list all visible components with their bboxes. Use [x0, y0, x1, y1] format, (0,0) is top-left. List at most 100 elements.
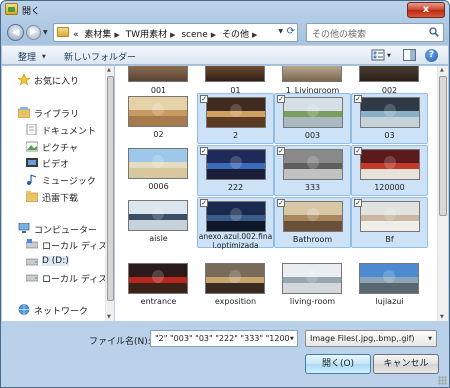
back-button[interactable]: ◀ [7, 24, 24, 41]
file-name: Bf [385, 235, 394, 244]
file-item[interactable]: ✓ 333 [274, 145, 351, 196]
drive-icon [26, 274, 38, 282]
new-folder-button[interactable]: 新しいフォルダー [64, 50, 136, 63]
view-dropdown-icon[interactable]: ▼ [387, 53, 391, 59]
file-name: 0006 [148, 182, 169, 191]
filename-dropdown-icon[interactable]: ▼ [290, 336, 294, 342]
organize-button[interactable]: 整理 [18, 50, 36, 63]
nav-label: ローカル ディス [42, 242, 108, 252]
file-name: 333 [304, 183, 321, 192]
file-name: exposition [214, 297, 257, 306]
organize-dropdown-icon[interactable]: ▼ [42, 54, 46, 60]
breadcrumb-item[interactable]: scene [181, 30, 207, 40]
checkbox-icon[interactable]: ✓ [354, 95, 362, 103]
file-item[interactable]: lujiazui [351, 260, 428, 311]
file-thumbnail [283, 97, 343, 128]
file-item[interactable]: exposition [197, 260, 274, 311]
search-icon[interactable] [429, 27, 439, 37]
change-view-icon[interactable] [371, 49, 385, 61]
open-button[interactable]: 開く(O) [305, 354, 371, 374]
breadcrumb-separator-icon[interactable]: ▶ [170, 31, 175, 39]
preview-pane-icon[interactable] [403, 49, 416, 61]
nav-label: 迅雷下载 [42, 194, 79, 204]
address-bar[interactable]: « 素材集 ▶ TW用素材 ▶ scene ▶ その他 ▶ ▼ ⟳ [53, 23, 298, 42]
search-box[interactable]: その他の検索 [306, 23, 444, 42]
file-name: aisle [149, 234, 168, 243]
file-item[interactable]: ✓ anexo.azul.002.final.optimizada [197, 197, 274, 250]
search-placeholder: その他の検索 [312, 30, 367, 40]
scroll-thumb[interactable] [439, 76, 447, 216]
checkbox-icon[interactable]: ✓ [354, 199, 362, 207]
title-bar[interactable]: 開く x [1, 1, 449, 19]
breadcrumb-overflow[interactable]: « [73, 30, 79, 40]
filename-field[interactable]: "2" "003" "03" "222" "333" "1200 [150, 330, 298, 347]
file-name: entrance [140, 297, 177, 306]
refresh-icon[interactable]: ⟳ [287, 26, 295, 37]
cancel-button[interactable]: キャンセル [373, 354, 439, 374]
forward-button[interactable]: ▶ [26, 25, 41, 40]
file-item[interactable]: ✓ 120000 [351, 145, 428, 196]
scroll-down-icon[interactable]: ▼ [440, 314, 444, 320]
breadcrumb-item[interactable]: TW用素材 [126, 30, 167, 40]
file-thumbnail [283, 149, 343, 180]
checkbox-icon[interactable]: ✓ [200, 147, 208, 155]
open-file-dialog: 開く x ◀ ▶ ▼ « 素材集 ▶ TW用素材 ▶ scene ▶ その他 ▶ ▼ ⟳… [0, 0, 450, 388]
file-type-value: Image Files(.jpg,.bmp,.gif) [310, 334, 415, 343]
help-icon[interactable]: ? [425, 49, 438, 62]
breadcrumb-separator-icon[interactable]: ▶ [114, 31, 119, 39]
file-item[interactable]: entrance [120, 260, 197, 311]
scroll-up-icon[interactable]: ▲ [440, 67, 444, 73]
scroll-up-icon[interactable]: ▲ [107, 67, 111, 73]
resize-grip-icon[interactable] [438, 376, 447, 385]
checkbox-icon[interactable]: ✓ [200, 199, 208, 207]
nav-scrollbar[interactable]: ▲ ▼ [105, 66, 114, 321]
file-item[interactable]: ✓ 222 [197, 145, 274, 196]
file-item[interactable]: ✓ 2 [197, 93, 274, 144]
scroll-thumb[interactable] [107, 76, 114, 301]
nav-label: ビデオ [42, 160, 70, 170]
folder-icon [26, 191, 38, 202]
checkbox-icon[interactable]: ✓ [277, 147, 285, 155]
computer-icon [18, 223, 30, 233]
file-name: Bathroom [292, 235, 333, 244]
address-dropdown-icon[interactable]: ▼ [278, 28, 283, 35]
file-item[interactable]: aisle [120, 197, 197, 248]
file-thumbnail [206, 149, 266, 180]
checkbox-icon[interactable]: ✓ [200, 95, 208, 103]
filename-label: ファイル名(N): [89, 337, 151, 347]
pictures-icon [26, 141, 38, 152]
nav-label: ライブラリ [34, 110, 80, 120]
file-list-scrollbar[interactable]: ▲ ▼ [437, 66, 448, 321]
breadcrumb-separator-icon[interactable]: ▶ [211, 31, 216, 39]
file-type-select[interactable]: Image Files(.jpg,.bmp,.gif) ▼ [305, 330, 437, 347]
checkbox-icon[interactable]: ✓ [277, 199, 285, 207]
music-icon [27, 174, 37, 185]
file-item[interactable]: ✓ 03 [351, 93, 428, 144]
file-name: anexo.azul.002.final.optimizada [198, 232, 273, 250]
close-button[interactable]: x [407, 2, 445, 18]
file-item[interactable]: ✓ Bathroom [274, 197, 351, 248]
forward-arrow-icon: ▶ [30, 27, 37, 37]
file-name: 222 [227, 183, 244, 192]
window-title: 開く [22, 7, 41, 17]
checkbox-icon[interactable]: ✓ [354, 147, 362, 155]
scroll-down-icon[interactable]: ▼ [107, 314, 111, 320]
breadcrumb-item[interactable]: その他 [222, 30, 249, 40]
breadcrumb-separator-icon[interactable]: ▶ [252, 31, 257, 39]
file-list[interactable]: 001 01 1_Livingroom 002 02 ✓ 2 ✓ 003 ✓ 03 0006 ✓ 222 ✓… [115, 66, 437, 321]
file-item[interactable]: ✓ Bf [351, 197, 428, 248]
checkbox-icon[interactable]: ✓ [277, 95, 285, 103]
file-item[interactable]: living-room [274, 260, 351, 311]
file-item[interactable]: 02 [120, 93, 197, 144]
file-name: 003 [304, 131, 321, 140]
file-name: 2 [232, 131, 239, 140]
file-thumbnail [206, 201, 266, 232]
recent-locations-dropdown[interactable]: ▼ [43, 29, 48, 36]
file-thumbnail [128, 96, 188, 127]
file-item[interactable]: 0006 [120, 145, 197, 196]
breadcrumb-item[interactable]: 素材集 [84, 30, 111, 40]
nav-label: ドキュメント [42, 127, 97, 137]
file-thumbnail [283, 201, 343, 232]
nav-label: ピクチャ [42, 144, 78, 154]
file-item[interactable]: ✓ 003 [274, 93, 351, 144]
